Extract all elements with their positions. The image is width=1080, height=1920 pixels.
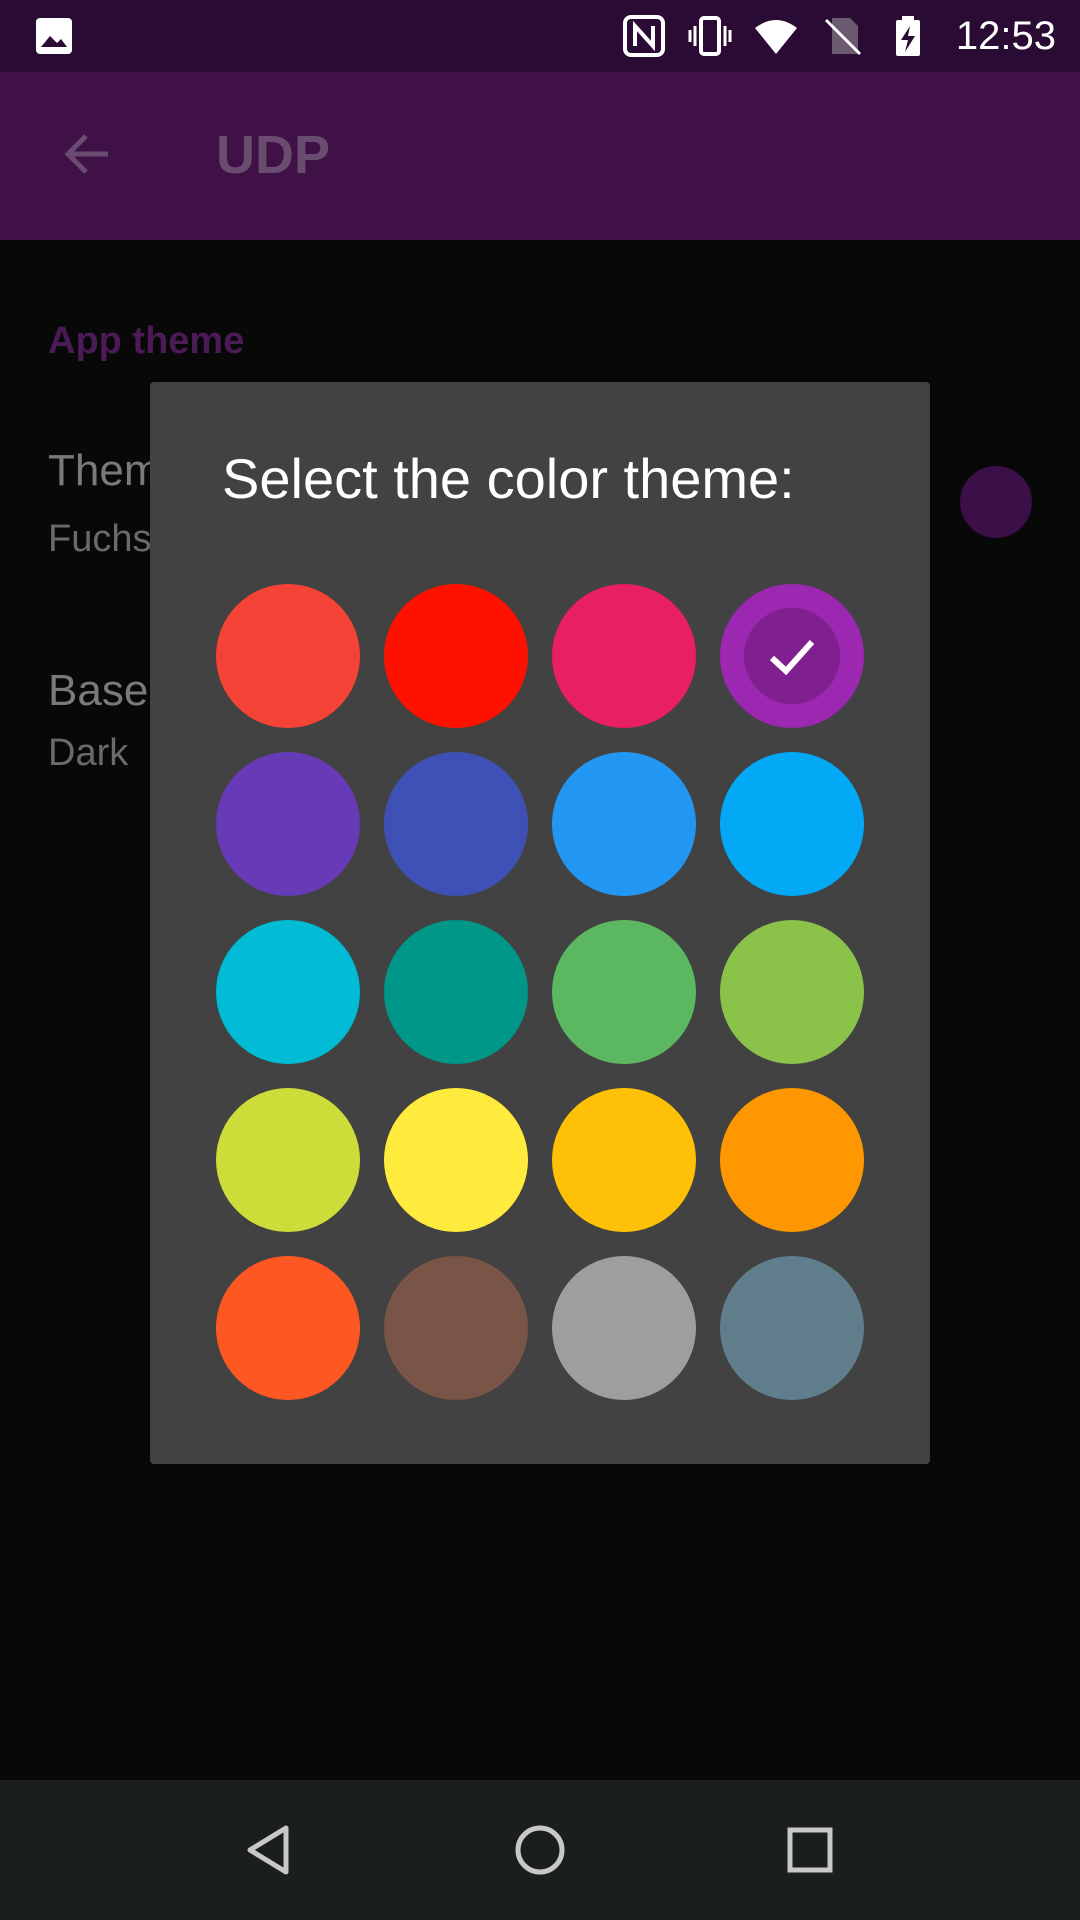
color-theme-dialog: Select the color theme: [150, 382, 930, 1464]
color-swatch[interactable] [216, 584, 360, 728]
color-swatch[interactable] [384, 752, 528, 896]
arrow-back-icon[interactable] [56, 122, 120, 186]
color-swatch[interactable] [384, 1088, 528, 1232]
status-bar: 12:53 [0, 0, 1080, 72]
base-pref-summary: Dark [48, 732, 129, 774]
color-swatch[interactable] [216, 1256, 360, 1400]
color-swatch[interactable] [720, 584, 864, 728]
color-swatch[interactable] [720, 752, 864, 896]
color-swatch[interactable] [552, 1088, 696, 1232]
color-swatch-grid [216, 584, 864, 1400]
color-swatch[interactable] [552, 920, 696, 1064]
color-swatch[interactable] [216, 1088, 360, 1232]
theme-pref-summary: Fuchs [48, 518, 152, 560]
section-title: App theme [48, 320, 245, 362]
battery-charging-icon [895, 16, 920, 56]
color-swatch[interactable] [552, 584, 696, 728]
color-swatch[interactable] [720, 1256, 864, 1400]
app-bar: UDP [0, 72, 1080, 240]
color-swatch[interactable] [384, 584, 528, 728]
clock: 12:53 [955, 13, 1056, 58]
theme-pref-title[interactable]: Them [48, 446, 160, 496]
vibrate-icon [688, 16, 732, 56]
check-icon [769, 639, 815, 676]
back-triangle-icon[interactable] [234, 1814, 306, 1886]
color-swatch[interactable] [720, 920, 864, 1064]
wifi-icon [754, 20, 797, 54]
color-swatch[interactable] [384, 920, 528, 1064]
page-title: UDP [216, 125, 331, 185]
image-icon [36, 18, 72, 54]
color-swatch[interactable] [720, 1088, 864, 1232]
no-sim-icon [824, 18, 861, 56]
color-swatch[interactable] [552, 1256, 696, 1400]
dialog-title: Select the color theme: [222, 447, 795, 510]
color-swatch[interactable] [384, 1256, 528, 1400]
base-pref-title[interactable]: Base [48, 666, 148, 716]
recents-square-icon[interactable] [774, 1814, 846, 1886]
color-swatch[interactable] [216, 752, 360, 896]
color-swatch[interactable] [216, 920, 360, 1064]
nfc-icon [622, 15, 665, 57]
home-circle-icon[interactable] [504, 1814, 576, 1886]
navigation-bar [0, 1780, 1080, 1920]
color-swatch[interactable] [552, 752, 696, 896]
theme-color-indicator [960, 466, 1032, 538]
